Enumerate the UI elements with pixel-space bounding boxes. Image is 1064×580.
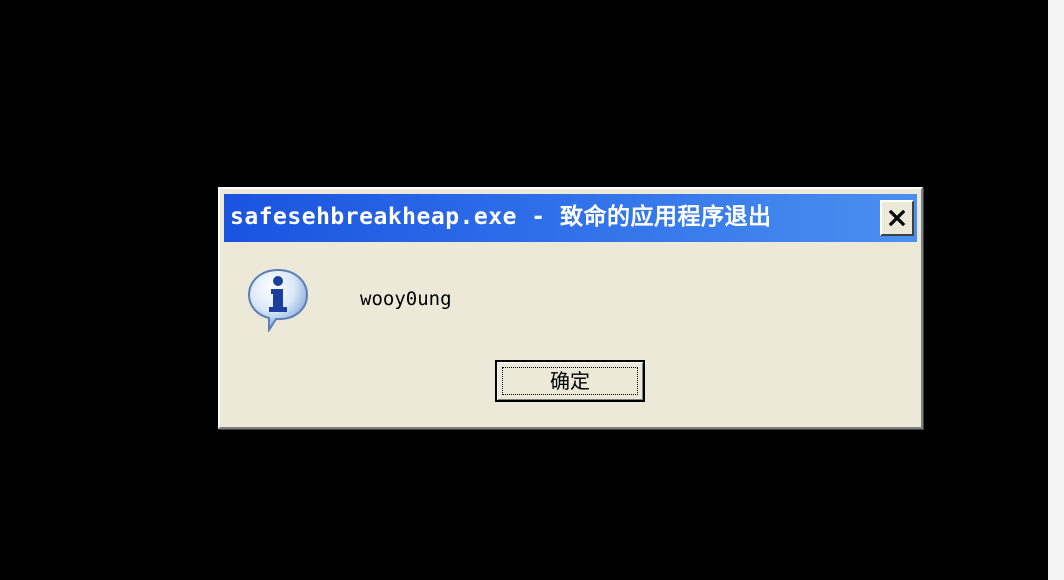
screen-edge-strip	[1048, 0, 1064, 580]
information-icon	[247, 268, 309, 332]
desktop-background: safesehbreakheap.exe - 致命的应用程序退出 wooy0un…	[0, 0, 1064, 580]
dialog-title: safesehbreakheap.exe - 致命的应用程序退出	[230, 204, 772, 230]
ok-button[interactable]: 确定	[495, 360, 645, 402]
error-dialog: safesehbreakheap.exe - 致命的应用程序退出 wooy0un…	[218, 187, 923, 429]
ok-button-label: 确定	[550, 369, 590, 393]
dialog-message: wooy0ung	[360, 288, 452, 310]
focus-rectangle: 确定	[502, 367, 638, 395]
close-button[interactable]	[880, 200, 914, 236]
dialog-titlebar[interactable]: safesehbreakheap.exe - 致命的应用程序退出	[224, 194, 917, 242]
close-icon	[888, 209, 906, 227]
